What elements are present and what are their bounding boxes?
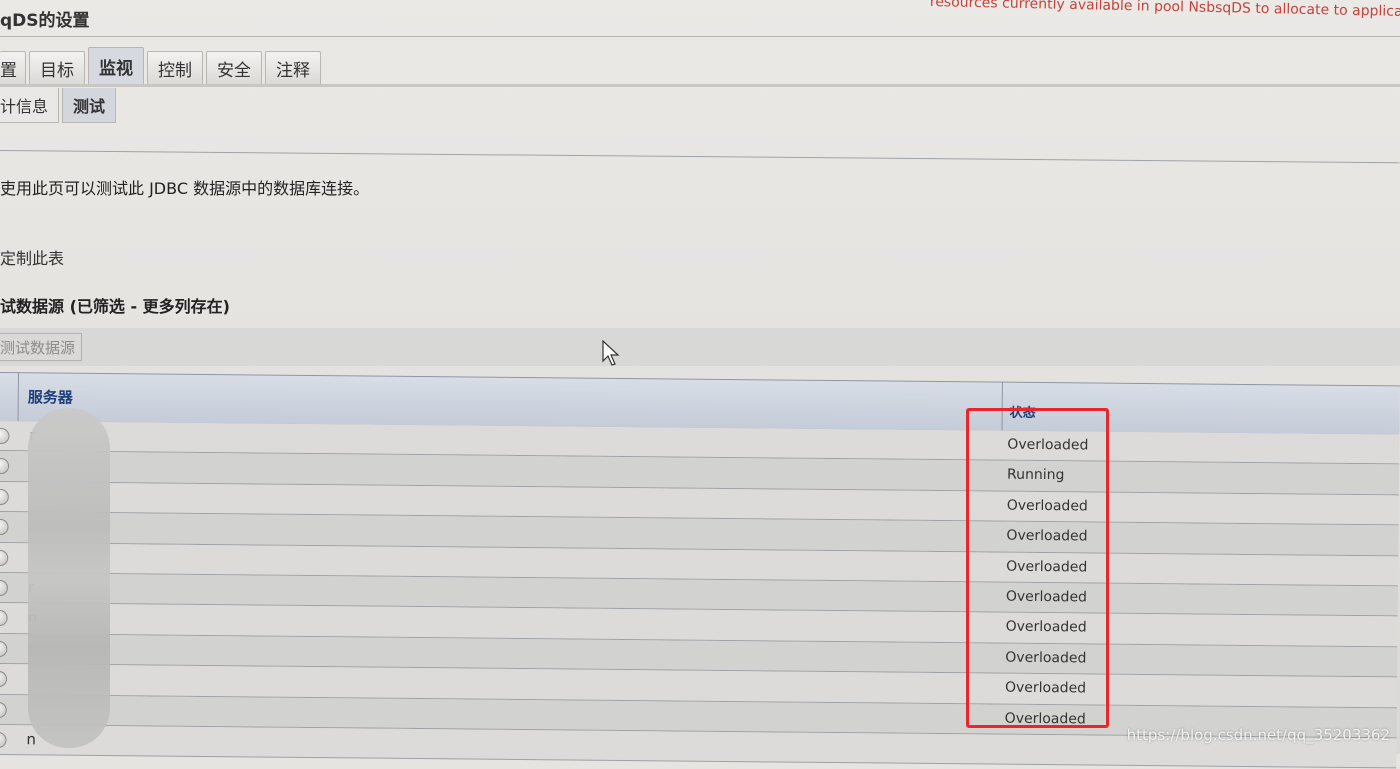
row-select-radio[interactable] bbox=[0, 671, 8, 688]
tab-control[interactable]: 控制 bbox=[147, 51, 203, 84]
page-title: qDS的设置 bbox=[0, 11, 90, 31]
row-select-radio[interactable] bbox=[0, 427, 10, 445]
row-select-radio[interactable] bbox=[0, 519, 9, 536]
content-divider bbox=[0, 150, 1400, 164]
datasource-table: 服务器 状态 rOverloaded Running Overloaded Ov… bbox=[0, 372, 1400, 769]
error-message: resources currently available in pool Ns… bbox=[929, 0, 1400, 20]
row-select-radio[interactable] bbox=[0, 731, 7, 748]
mouse-pointer-icon bbox=[602, 340, 620, 366]
server-cell: n bbox=[26, 730, 37, 749]
status-highlight-box bbox=[966, 408, 1109, 728]
table-toolbar bbox=[0, 328, 1400, 366]
tab-config[interactable]: 置 bbox=[0, 51, 26, 84]
watermark: https://blog.csdn.net/qq_35203362 bbox=[1126, 726, 1390, 744]
row-select-radio[interactable] bbox=[0, 610, 8, 627]
tab-bar-divider bbox=[0, 84, 1400, 87]
row-select-radio[interactable] bbox=[0, 488, 9, 505]
main-tabs: 置 目标 监视 控制 安全 注释 bbox=[0, 44, 321, 84]
redacted-server-names bbox=[28, 408, 110, 748]
console-page: qDS的设置 resources currently available in … bbox=[0, 0, 1400, 769]
column-header-server[interactable]: 服务器 bbox=[28, 386, 73, 407]
tab-targets[interactable]: 目标 bbox=[29, 51, 85, 84]
row-select-radio[interactable] bbox=[0, 549, 9, 566]
test-datasource-button[interactable]: 测试数据源 bbox=[0, 333, 83, 361]
table-title: 试数据源 (已筛选 - 更多列存在) bbox=[0, 297, 230, 316]
row-select-radio[interactable] bbox=[0, 579, 9, 597]
row-select-radio[interactable] bbox=[0, 458, 10, 475]
page-description: 吏用此页可以测试此 JDBC 数据源中的数据库连接。 bbox=[0, 179, 370, 198]
tab-security[interactable]: 安全 bbox=[206, 51, 262, 84]
row-select-radio[interactable] bbox=[0, 701, 7, 718]
tab-monitoring[interactable]: 监视 bbox=[88, 47, 144, 84]
table-body: rOverloaded Running Overloaded Overloade… bbox=[0, 420, 1400, 769]
customize-table-link[interactable]: 定制此表 bbox=[0, 245, 64, 269]
row-select-radio[interactable] bbox=[0, 640, 8, 657]
title-divider bbox=[0, 36, 1400, 37]
subtab-statistics[interactable]: 计信息 bbox=[0, 88, 60, 123]
sub-tabs: 计信息 测试 bbox=[0, 88, 117, 123]
subtab-testing[interactable]: 测试 bbox=[62, 88, 117, 123]
tab-notes[interactable]: 注释 bbox=[265, 51, 321, 84]
